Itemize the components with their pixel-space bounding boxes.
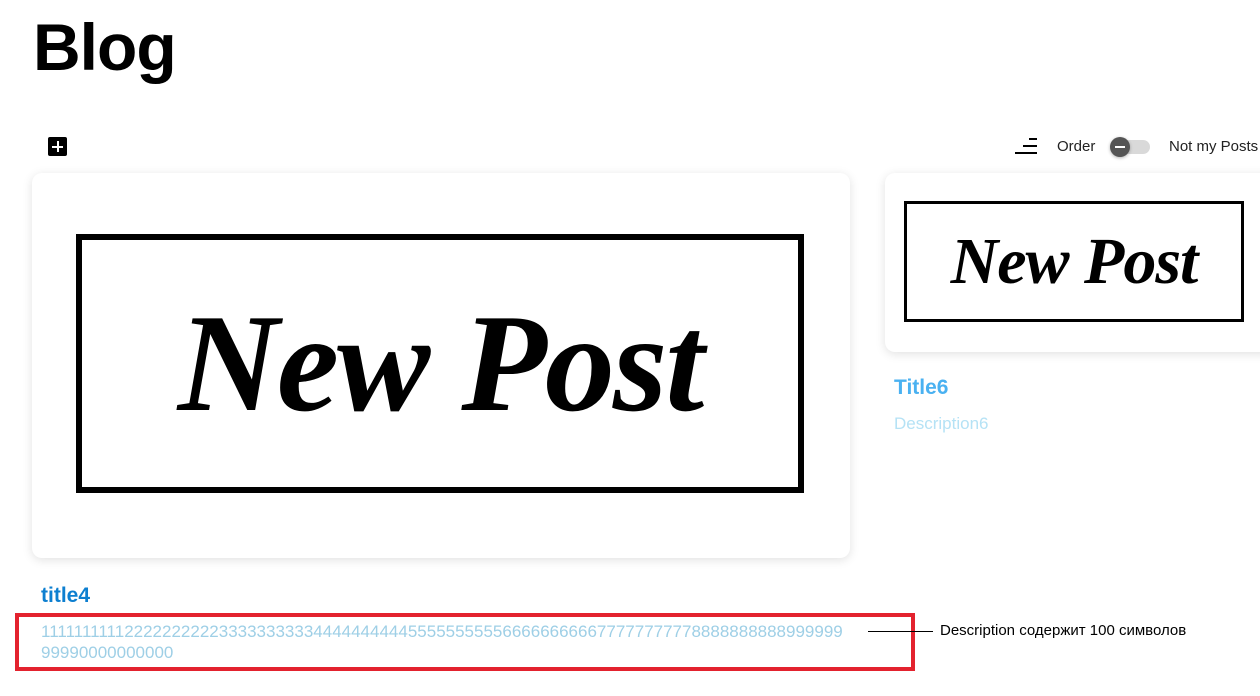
annotation-text: Description содержит 100 символов — [940, 622, 1187, 639]
blog-page: Blog Order Not my Posts New Post title4 … — [0, 0, 1260, 696]
post-title[interactable]: Title6 — [894, 376, 948, 400]
post-image: New Post — [76, 234, 804, 493]
page-title: Blog — [33, 10, 177, 84]
post-description: Description6 — [894, 414, 989, 433]
sort-icon[interactable] — [1015, 138, 1037, 154]
description-highlight-box — [15, 613, 915, 671]
post-card[interactable]: New Post — [32, 173, 850, 558]
annotation-pointer-line — [868, 631, 933, 632]
not-my-posts-toggle[interactable] — [1110, 137, 1152, 157]
post-card[interactable]: New Post — [885, 173, 1260, 352]
post-image: New Post — [904, 201, 1244, 322]
toggle-thumb-minus-icon — [1110, 137, 1130, 157]
add-post-button[interactable] — [48, 137, 67, 156]
post-title[interactable]: title4 — [41, 584, 90, 608]
order-label[interactable]: Order — [1057, 138, 1095, 155]
not-my-posts-label[interactable]: Not my Posts — [1169, 138, 1258, 155]
